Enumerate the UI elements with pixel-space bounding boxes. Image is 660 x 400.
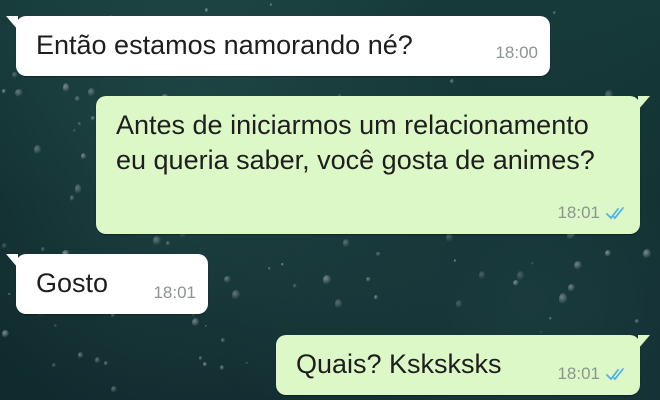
message-text: Gosto <box>36 268 109 298</box>
message-text: Então estamos namorando né? <box>36 30 413 60</box>
message-timestamp: 18:01 <box>557 363 600 383</box>
message-text: Quais? Ksksksks <box>296 349 502 379</box>
message-bubble-outgoing[interactable]: Antes de iniciarmos um relacionamento eu… <box>96 96 650 234</box>
message-timestamp: 18:01 <box>557 202 600 222</box>
message-meta: 18:01 <box>557 202 628 224</box>
message-bubble-incoming[interactable]: Gosto 18:01 <box>6 254 208 314</box>
message-meta: 18:01 <box>153 282 196 304</box>
message-meta: 18:01 <box>557 363 628 385</box>
message-bubble-outgoing[interactable]: Quais? Ksksksks 18:01 <box>276 335 650 395</box>
double-check-read-icon <box>606 207 624 220</box>
message-meta: 18:00 <box>495 42 538 64</box>
message-timestamp: 18:00 <box>495 42 538 62</box>
double-check-read-icon <box>606 368 624 381</box>
message-bubble-incoming[interactable]: Então estamos namorando né? 18:00 <box>6 16 550 76</box>
message-timestamp: 18:01 <box>153 282 196 302</box>
message-text: Antes de iniciarmos um relacionamento eu… <box>116 110 595 176</box>
